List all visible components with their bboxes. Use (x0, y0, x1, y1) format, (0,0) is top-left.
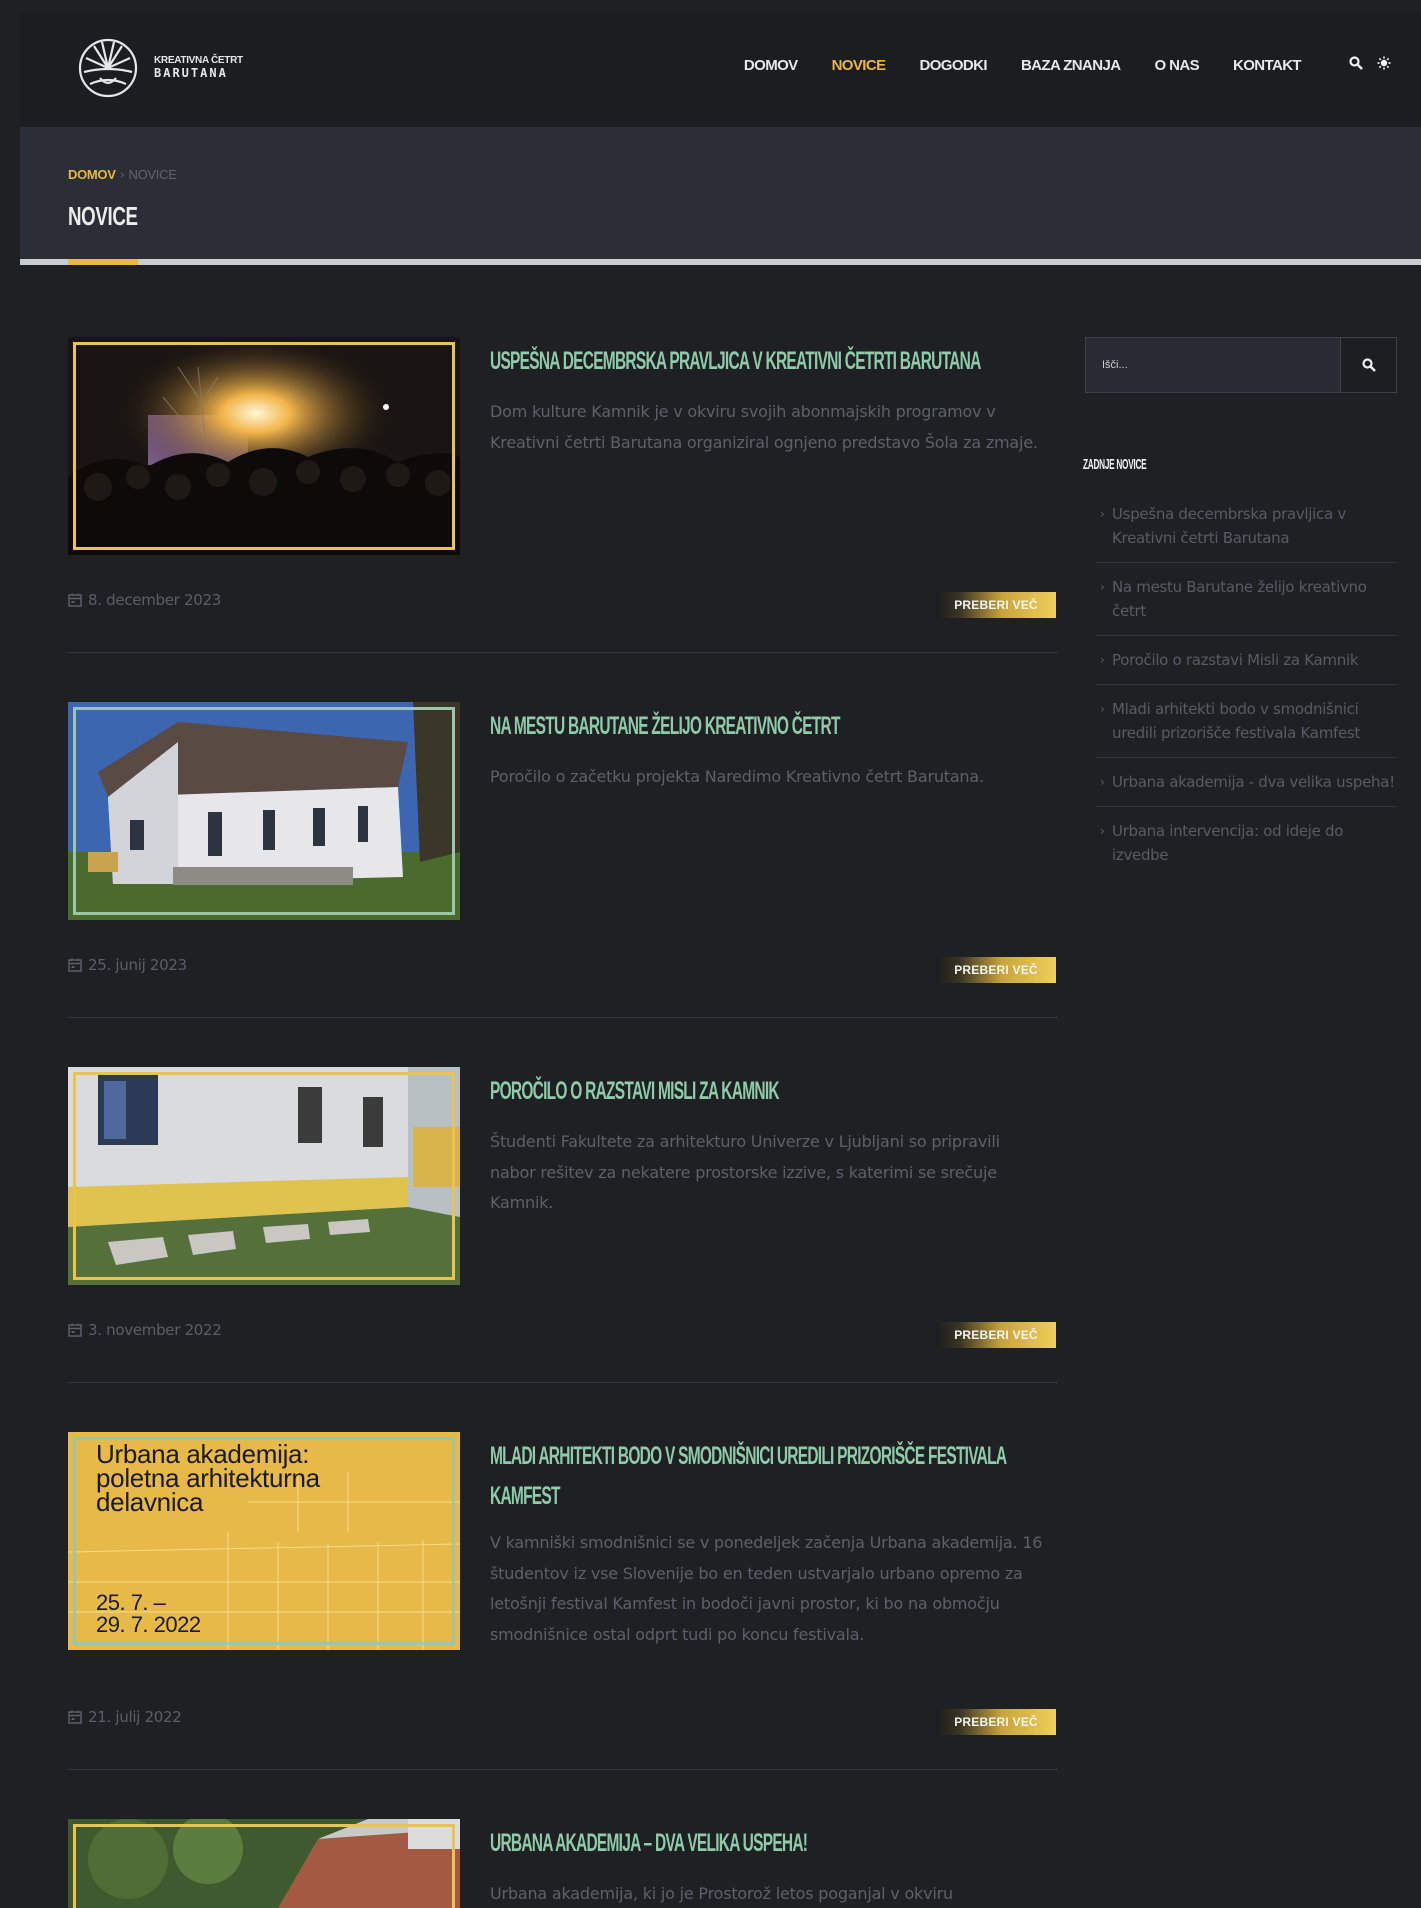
search-button[interactable] (1340, 338, 1396, 392)
article-title-line-1: MLADI ARHITEKTI BODO V SMODNIŠNICI UREDI… (490, 1442, 1007, 1470)
article-title[interactable]: URBANA AKADEMIJA – DVA VELIKA USPEHA! (490, 1823, 1060, 1863)
article-date: 3. november 2022 (68, 1321, 222, 1339)
banner-accent-bar (68, 259, 138, 265)
article-divider (68, 652, 1058, 653)
recent-news-link[interactable]: Uspešna decembrska pravljica v Kreativni… (1112, 505, 1346, 547)
nav-item-dogodki[interactable]: DOGODKI (919, 57, 987, 74)
nav-item-novice[interactable]: NOVICE (832, 57, 887, 74)
sidebar-search (1085, 337, 1397, 393)
nav-item-baza-znanja[interactable]: BAZA ZNANJA (1021, 57, 1121, 74)
garden-roof-image (68, 1819, 460, 1908)
poster-heading: Urbana akademija: poletna arhitekturna d… (96, 1441, 320, 1517)
nav-item-domov[interactable]: DOMOV (744, 57, 798, 74)
breadcrumb: DOMOV › NOVICE (68, 167, 177, 183)
page-banner: DOMOV › NOVICE NOVICE (20, 127, 1421, 259)
site-logo[interactable]: KREATIVNA ČETRT BARUTANA (76, 36, 243, 100)
list-item[interactable]: › Mladi arhitekti bodo v smodnišnici ured… (1096, 685, 1396, 758)
theme-toggle-icon[interactable] (1377, 56, 1391, 70)
site-header: KREATIVNA ČETRT BARUTANA DOMOV NOVICE DO… (20, 12, 1421, 127)
poster-line-3: delavnica (96, 1487, 204, 1517)
recent-news-list: › Uspešna decembrska pravljica v Kreativn… (1096, 490, 1396, 879)
article-excerpt: Poročilo o začetku projekta Naredimo Kre… (490, 767, 984, 786)
list-item[interactable]: › Urbana akademija - dva velika uspeha! (1096, 758, 1396, 807)
article-excerpt: V kamniški smodnišnici se v ponedeljek z… (490, 1533, 1043, 1644)
nav-item-o-nas[interactable]: O NAS (1154, 57, 1199, 74)
main-nav: DOMOV NOVICE DOGODKI BAZA ZNANJA O NAS K… (744, 57, 1302, 74)
recent-news-link[interactable]: Poročilo o razstavi Misli za Kamnik (1112, 651, 1359, 669)
article-date: 21. julij 2022 (68, 1708, 182, 1726)
building-wall-image (68, 1067, 460, 1285)
search-input[interactable] (1086, 338, 1340, 392)
article-divider (68, 1769, 1058, 1770)
recent-news-heading: ZADNJE NOVICE (1083, 456, 1147, 473)
chevron-right-icon: › (1100, 653, 1105, 667)
list-item[interactable]: › Uspešna decembrska pravljica v Kreativn… (1096, 490, 1396, 563)
recent-news-link[interactable]: Na mestu Barutane želijo kreativno četrt (1112, 578, 1367, 620)
list-item[interactable]: › Na mestu Barutane želijo kreativno četr… (1096, 563, 1396, 636)
article-title[interactable]: NA MESTU BARUTANE ŽELIJO KREATIVNO ČETRT (490, 706, 1060, 746)
article-thumbnail[interactable] (68, 702, 460, 920)
article-thumbnail[interactable] (68, 1067, 460, 1285)
poster-dates: 25. 7. – 29. 7. 2022 (96, 1592, 201, 1636)
chevron-right-icon: › (1100, 702, 1105, 716)
page-frame: KREATIVNA ČETRT BARUTANA DOMOV NOVICE DO… (20, 12, 1421, 1908)
chevron-right-icon: › (1100, 580, 1105, 594)
poster-date-2: 29. 7. 2022 (96, 1612, 201, 1637)
logo-text: KREATIVNA ČETRT BARUTANA (154, 56, 243, 79)
article-title-text: NA MESTU BARUTANE ŽELIJO KREATIVNO ČETRT (490, 712, 840, 740)
article-date-text: 25. junij 2023 (88, 956, 187, 974)
article-date-text: 3. november 2022 (88, 1321, 222, 1339)
article-excerpt: Dom kulture Kamnik je v okviru svojih ab… (490, 402, 1038, 452)
calendar-icon (68, 593, 82, 607)
list-item[interactable]: › Urbana intervencija: od ideje do izvedb… (1096, 807, 1396, 879)
article-title-line-2: KAMFEST (490, 1482, 560, 1510)
calendar-icon (68, 1710, 82, 1724)
breadcrumb-current: NOVICE (128, 167, 177, 182)
read-more-button[interactable]: PREBERI VEČ (936, 592, 1056, 618)
chevron-right-icon: › (1100, 775, 1105, 789)
article-title-text: URBANA AKADEMIJA – DVA VELIKA USPEHA! (490, 1829, 808, 1857)
article-divider (68, 1382, 1058, 1383)
search-icon[interactable] (1349, 56, 1363, 70)
breadcrumb-separator: › (119, 168, 125, 183)
article-title[interactable]: POROČILO O RAZSTAVI MISLI ZA KAMNIK (490, 1071, 1060, 1111)
article-date: 25. junij 2023 (68, 956, 187, 974)
recent-news-link[interactable]: Urbana intervencija: od ideje do izvedbe (1112, 822, 1343, 864)
white-house-image (68, 702, 460, 920)
breadcrumb-home[interactable]: DOMOV (68, 167, 116, 182)
read-more-button[interactable]: PREBERI VEČ (936, 1709, 1056, 1735)
article-divider (68, 1017, 1058, 1018)
logo-sun-icon (78, 38, 138, 98)
article-date-text: 8. december 2023 (88, 591, 221, 609)
article-thumbnail[interactable] (68, 337, 460, 555)
chevron-right-icon: › (1100, 824, 1105, 838)
article-thumbnail[interactable]: Urbana akademija: poletna arhitekturna d… (68, 1432, 460, 1650)
search-icon (1361, 358, 1376, 372)
calendar-icon (68, 958, 82, 972)
article-date-text: 21. julij 2022 (88, 1708, 182, 1726)
nav-item-kontakt[interactable]: KONTAKT (1233, 57, 1302, 74)
article-thumbnail[interactable] (68, 1819, 460, 1908)
article-excerpt: Urbana akademija, ki jo je Prostorož let… (490, 1884, 953, 1903)
calendar-icon (68, 1323, 82, 1337)
read-more-button[interactable]: PREBERI VEČ (936, 957, 1056, 983)
article-title[interactable]: USPEŠNA DECEMBRSKA PRAVLJICA V KREATIVNI… (490, 341, 1060, 381)
article-title[interactable]: MLADI ARHITEKTI BODO V SMODNIŠNICI UREDI… (490, 1436, 1060, 1516)
chevron-right-icon: › (1100, 507, 1105, 521)
recent-news-link[interactable]: Mladi arhitekti bodo v smodnišnici uredi… (1112, 700, 1360, 742)
page-title: NOVICE (68, 201, 138, 231)
recent-news-link[interactable]: Urbana akademija - dva velika uspeha! (1112, 773, 1395, 791)
logo-line-2: BARUTANA (154, 65, 228, 80)
list-item[interactable]: › Poročilo o razstavi Misli za Kamnik (1096, 636, 1396, 685)
read-more-button[interactable]: PREBERI VEČ (936, 1322, 1056, 1348)
article-title-text: USPEŠNA DECEMBRSKA PRAVLJICA V KREATIVNI… (490, 347, 981, 375)
night-crowd-image (68, 337, 460, 555)
poster-date-1: 25. 7. – (96, 1590, 166, 1615)
header-icons (1349, 56, 1391, 70)
article-excerpt: Študenti Fakultete za arhitekturo Univer… (490, 1132, 1000, 1212)
article-title-text: POROČILO O RAZSTAVI MISLI ZA KAMNIK (490, 1077, 780, 1105)
article-date: 8. december 2023 (68, 591, 221, 609)
banner-divider (20, 259, 1421, 265)
